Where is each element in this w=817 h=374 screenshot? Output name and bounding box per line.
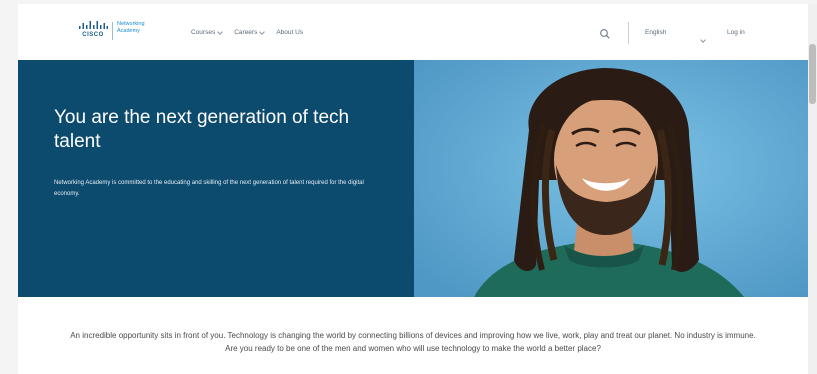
hero-text-panel: You are the next generation of tech tale… <box>18 60 414 297</box>
nav-about-us[interactable]: About Us <box>276 29 303 36</box>
intro-section: An incredible opportunity sits in front … <box>18 330 808 355</box>
header-divider <box>628 22 629 44</box>
site-header: CISCO Networking Academy Courses Careers <box>18 4 808 60</box>
nav-careers[interactable]: Careers <box>234 28 266 36</box>
chevron-down-icon <box>259 28 266 35</box>
chevron-down-icon <box>700 37 706 43</box>
hero-title: You are the next generation of tech tale… <box>54 107 350 152</box>
page-scrollbar[interactable] <box>808 4 817 374</box>
nav-courses-label: Courses <box>191 29 216 36</box>
search-button[interactable] <box>599 27 611 39</box>
nav-careers-label: Careers <box>234 29 258 36</box>
language-selector[interactable]: English <box>645 29 666 36</box>
cisco-bars-icon <box>79 21 108 29</box>
hero-image-panel <box>414 60 808 297</box>
cisco-logo-mark: CISCO <box>78 21 108 38</box>
academy-line-2: Academy <box>117 28 140 34</box>
nav-about-us-label: About Us <box>276 29 304 36</box>
hero-banner: You are the next generation of tech tale… <box>18 60 808 297</box>
intro-paragraph: An incredible opportunity sits in front … <box>70 331 756 353</box>
cisco-networking-academy-logo[interactable]: CISCO Networking Academy <box>78 21 145 40</box>
cisco-wordmark: CISCO <box>82 32 104 38</box>
search-icon <box>600 29 610 39</box>
academy-line-1: Networking <box>117 21 145 27</box>
chevron-down-icon <box>217 28 224 35</box>
main-content: CISCO Networking Academy Courses Careers <box>18 4 808 374</box>
nav-courses[interactable]: Courses <box>191 28 224 36</box>
smiling-man-photo <box>414 60 808 297</box>
page: CISCO Networking Academy Courses Careers <box>0 0 817 374</box>
logo-divider <box>112 22 113 40</box>
main-nav: Courses Careers About Us <box>191 28 303 36</box>
login-link[interactable]: Log in <box>727 29 745 36</box>
hero-subtitle: Networking Academy is committed to the e… <box>54 180 364 197</box>
scrollbar-thumb[interactable] <box>809 44 816 104</box>
academy-wordmark: Networking Academy <box>117 21 145 35</box>
language-dropdown-toggle[interactable] <box>700 29 706 47</box>
